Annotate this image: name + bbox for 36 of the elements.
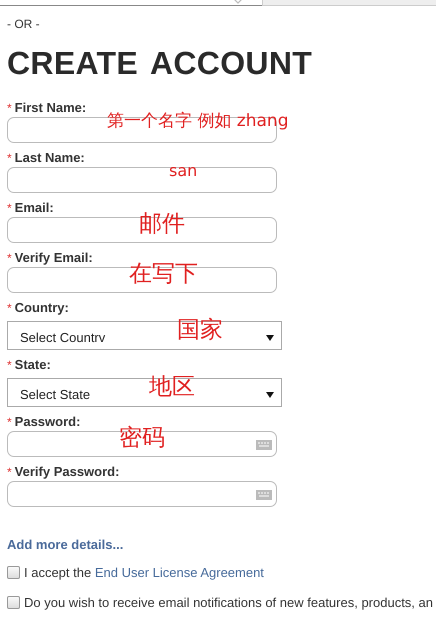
required-mark: *	[7, 251, 12, 265]
required-mark: *	[7, 465, 12, 479]
checkbox-label: Do you wish to receive email notifications of new features, products, an	[24, 594, 433, 610]
annotation-text: 邮件	[139, 211, 185, 239]
page-title: CREATE ACCOUNT	[7, 45, 314, 82]
text-field[interactable]	[7, 167, 277, 193]
field-label: First Name:	[14, 100, 86, 115]
field-label: Password:	[14, 414, 80, 429]
annotation-text: 密码	[119, 425, 165, 453]
annotation-text: 第一个名字 例如 zhang	[107, 111, 288, 132]
annotation-text: 在写下	[129, 261, 198, 289]
field-label: Verify Password:	[14, 464, 120, 479]
field-label: Country:	[14, 300, 69, 315]
annotation-text: san	[169, 161, 198, 180]
checkbox[interactable]	[7, 566, 20, 578]
field-label: State:	[14, 357, 51, 372]
chevron-icon	[232, 0, 244, 5]
required-mark: *	[7, 151, 12, 165]
checkbox-label: I accept the End User License Agreement	[24, 564, 264, 580]
required-mark: *	[7, 201, 12, 215]
keyboard-icon	[256, 440, 272, 450]
required-mark: *	[7, 415, 12, 429]
license-link[interactable]: End User License Agreement	[94, 564, 264, 580]
keyboard-icon	[256, 490, 272, 500]
required-mark: *	[7, 101, 12, 115]
field-label: Email:	[14, 200, 54, 215]
dropdown-arrow-icon	[266, 334, 274, 340]
dropdown-arrow-icon	[266, 392, 274, 398]
field-label: Last Name:	[14, 150, 85, 165]
password-field[interactable]	[7, 481, 277, 507]
required-mark: *	[7, 301, 12, 315]
add-details-link[interactable]: Add more details...	[7, 537, 436, 552]
required-mark: *	[7, 358, 12, 372]
field-label: Verify Email:	[14, 250, 93, 265]
checkbox[interactable]	[7, 596, 20, 608]
separator-text: - OR -	[7, 17, 41, 31]
